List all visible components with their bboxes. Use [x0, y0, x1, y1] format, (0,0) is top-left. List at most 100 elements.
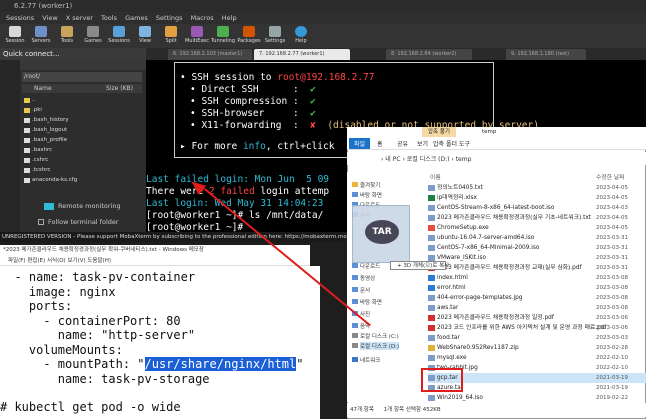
list-item[interactable]: .bashrc — [22, 145, 142, 155]
notepad-title: *2023 메가존클라우드 채용확정경과정(실무 확워-쿠버네티스).txt -… — [0, 245, 310, 256]
file-row[interactable]: food.tar 2023-03-03 — [428, 333, 646, 343]
tab-test[interactable]: 9. 192.168.1.180 (test) — [506, 49, 586, 60]
servers-button[interactable]: Servers — [28, 24, 54, 48]
explorer-ribbon: 파일 홈 공유 보기 압축 폴더 도구 — [347, 137, 646, 150]
list-item[interactable]: .pki — [22, 105, 142, 115]
nav-item[interactable]: 즐겨찾기 — [352, 181, 380, 189]
file-row[interactable]: WebShare0.952Rev1187.zip 2023-02-28 — [428, 343, 646, 353]
file-row[interactable]: ip대역정리.xlsx 2023-04-05 — [428, 193, 646, 203]
nav-item[interactable]: 로컬 디스크 (C:) — [352, 332, 399, 340]
help-button[interactable]: Help — [288, 24, 314, 48]
failed-attempts-line: There were 2 failed login attemp — [146, 186, 330, 197]
list-item[interactable]: .bash_logout — [22, 125, 142, 135]
file-row[interactable]: Win2019_64.iso 2019-02-22 — [428, 393, 646, 403]
extract-tab[interactable]: 압축 풀기 — [422, 127, 456, 137]
file-row[interactable]: 2023 코드 인프라를 위한 AWS 아키텍처 설계 및 운영 과정 매료.p… — [428, 323, 646, 333]
path-input[interactable]: /root/ — [22, 72, 142, 82]
notepad-menu[interactable]: 파일(F) 편집(E) 서식(O) 보기(V) 도움말(H) — [0, 256, 310, 266]
nav-item[interactable]: 문서 — [352, 286, 370, 294]
ribbon-share[interactable]: 공유 — [397, 139, 408, 148]
file-row[interactable]: 2023 메가존클라우드 채용확정경과정 교재(실무 심화).pdf 2023-0… — [428, 263, 646, 273]
quick-connect-input[interactable]: Quick connect... — [0, 48, 146, 60]
code-line: image: nginx — [0, 284, 116, 299]
failed-login-line: Last failed login: Mon Jun 5 09 — [146, 174, 330, 185]
packages-button[interactable]: Packages — [236, 24, 262, 48]
ribbon-compressed-tools[interactable]: 압축 폴더 도구 — [427, 139, 470, 148]
file-list-header: Name Size (KB) — [22, 84, 142, 93]
sidebar-tools[interactable] — [20, 60, 146, 70]
tools-button[interactable]: Tools — [54, 24, 80, 48]
menu-help[interactable]: Help — [222, 14, 237, 22]
list-item[interactable]: .. — [22, 95, 142, 105]
file-row[interactable]: aws.tar 2023-03-08 — [428, 303, 646, 313]
status-bar: 47개 항목 1개 항목 선택함 452KB — [347, 403, 646, 417]
file-row[interactable]: ChromeSetup.exe 2023-04-05 — [428, 223, 646, 233]
nav-item[interactable]: 바탕 화면 — [352, 191, 382, 199]
file-row[interactable]: CentOS-Stream-8-x86_64-latest-boot.iso 20… — [428, 203, 646, 213]
menu-xserver[interactable]: X server — [66, 14, 93, 22]
menu-tools[interactable]: Tools — [101, 14, 117, 22]
follow-terminal-checkbox[interactable]: Follow terminal folder — [22, 216, 142, 228]
multiexec-button[interactable]: MultiExec — [184, 24, 210, 48]
nav-item[interactable]: 네트워크 — [352, 356, 380, 364]
ssh-compression-line: • SSH compression : ✔ — [190, 96, 316, 107]
nav-item[interactable]: 동영상 — [352, 274, 375, 282]
tar-icon: TAR — [365, 220, 399, 244]
file-row[interactable]: ubuntu-16.04.7-server-amd64.iso 2023-03-3… — [428, 233, 646, 243]
col-name[interactable]: 이름 — [430, 172, 441, 181]
window-title: 6.2.77 (worker1) — [0, 0, 646, 12]
col-name[interactable]: Name — [34, 84, 52, 93]
list-item[interactable]: .cshrc — [22, 155, 142, 165]
file-row[interactable]: error.html 2023-03-08 — [428, 283, 646, 293]
tab-master1[interactable]: 6. 192.168.2.103 (master1) — [168, 49, 252, 60]
menu-settings[interactable]: Settings — [156, 14, 183, 22]
col-date[interactable]: 수정한 날짜 — [596, 172, 625, 181]
selection-info: 1개 항목 선택함 452KB — [383, 407, 441, 413]
file-row[interactable]: 2023 메가존클라우드 채용확정경과정(실무 기초-네트워크).txt 2023… — [428, 213, 646, 223]
copy-tooltip: + 3D 개체(으)로 복사 — [390, 261, 449, 270]
address-bar[interactable]: › 내 PC › 로컬 디스크 (D:) › temp — [347, 152, 646, 165]
nav-item[interactable]: 바탕 화면 — [352, 298, 382, 306]
list-item[interactable]: anaconda-ks.cfg — [22, 175, 142, 185]
remote-monitoring-button[interactable]: Remote monitoring — [22, 200, 142, 213]
sessions-button[interactable]: Sessions — [106, 24, 132, 48]
file-row[interactable]: index.html 2023-03-08 — [428, 273, 646, 283]
menu-games[interactable]: Games — [125, 14, 148, 22]
col-size[interactable]: Size (KB) — [106, 84, 133, 93]
code-line: name: task-pv-storage — [0, 371, 210, 386]
games-button[interactable]: Games — [80, 24, 106, 48]
ssh-session-line: • SSH session to root@192.168.2.77 — [180, 72, 375, 83]
nav-item[interactable]: 다운로드 — [352, 262, 380, 270]
code-line: name: "http-server" — [0, 328, 196, 342]
ssh-direct-line: • Direct SSH : ✔ — [190, 84, 316, 95]
tab-worker2[interactable]: 8. 192.168.2.84 (worker2) — [386, 49, 472, 60]
selected-mount-path[interactable]: /usr/share/nginx/html — [144, 357, 297, 371]
file-row[interactable]: VMware_ISKit.iso 2023-03-31 — [428, 253, 646, 263]
sidebar-tabs[interactable] — [0, 60, 20, 232]
code-line: - name: task-pv-container — [0, 270, 196, 284]
list-item[interactable]: .bash_history — [22, 115, 142, 125]
session-button[interactable]: Session — [2, 24, 28, 48]
file-row[interactable]: CentOS-7-x86_64-Minimal-2009.iso 2023-03-… — [428, 243, 646, 253]
tunneling-button[interactable]: Tunneling — [210, 24, 236, 48]
toolbar: Session Servers Tools Games Sessions Vie… — [0, 24, 646, 48]
menu-view[interactable]: View — [42, 14, 57, 22]
file-row[interactable]: mysql.exe 2022-02-10 — [428, 353, 646, 363]
list-item[interactable]: .bash_profile — [22, 135, 142, 145]
file-row[interactable]: 404-error-page-templates.jpg 2023-03-08 — [428, 293, 646, 303]
dragged-file-preview[interactable]: TAR — [352, 205, 410, 263]
split-button[interactable]: Split — [158, 24, 184, 48]
nav-item[interactable]: 로컬 디스크 (D:) — [352, 342, 400, 350]
list-item[interactable]: .tcshrc — [22, 165, 142, 175]
ribbon-home[interactable]: 홈 — [377, 139, 383, 148]
file-row[interactable]: 정의노트0405.txt 2023-04-05 — [428, 183, 646, 193]
menu-sessions[interactable]: Sessions — [6, 14, 34, 22]
file-row[interactable]: 2023 메가존클라우드 채용확정경과정 일정.pdf 2023-03-06 — [428, 313, 646, 323]
menu-macros[interactable]: Macros — [191, 14, 214, 22]
ribbon-file[interactable]: 파일 — [349, 138, 371, 149]
view-button[interactable]: View — [132, 24, 158, 48]
address-path[interactable]: › 내 PC › 로컬 디스크 (D:) › temp — [381, 154, 471, 163]
tab-worker1[interactable]: 7. 192.168.2.77 (worker1) — [254, 49, 350, 60]
settings-button[interactable]: Settings — [262, 24, 288, 48]
ssh-browser-line: • SSH-browser : ✔ — [190, 108, 316, 119]
